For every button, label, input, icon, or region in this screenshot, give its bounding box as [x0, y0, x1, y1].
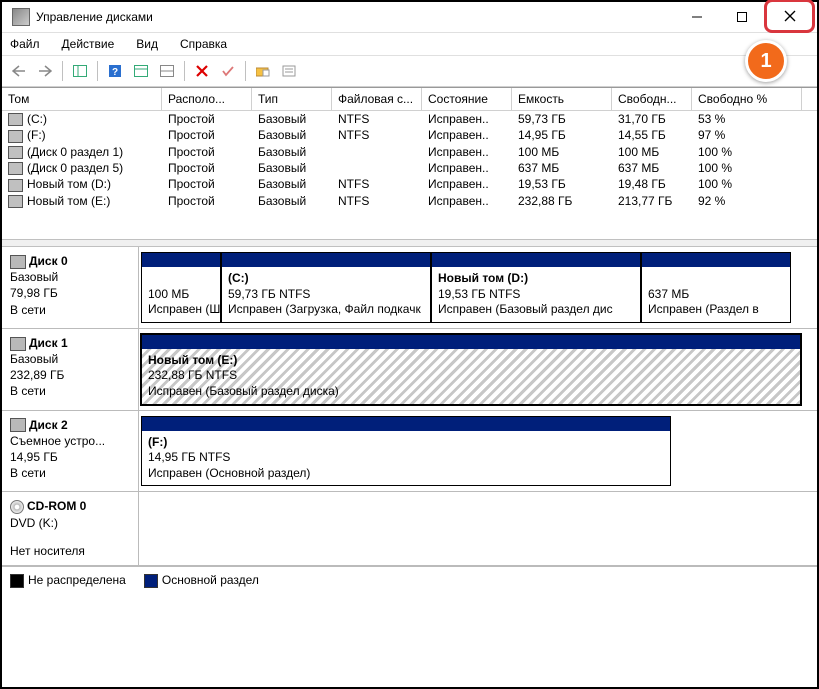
minimize-button[interactable]: [674, 3, 719, 31]
annotation-1: 1: [745, 40, 787, 82]
app-icon: [12, 8, 30, 26]
partition[interactable]: 100 МБИсправен (Ш: [141, 252, 221, 323]
menu-view[interactable]: Вид: [132, 35, 162, 53]
table-row[interactable]: (Диск 0 раздел 1)ПростойБазовыйИсправен.…: [2, 144, 817, 160]
disk-parts: 100 МБИсправен (Ш(C:)59,73 ГБ NTFSИсправ…: [139, 247, 817, 328]
view1-icon[interactable]: [130, 60, 152, 82]
maximize-button[interactable]: [719, 3, 764, 31]
disk-parts: (F:)14,95 ГБ NTFSИсправен (Основной разд…: [139, 411, 817, 492]
forward-icon[interactable]: [34, 60, 56, 82]
partition[interactable]: Новый том (E:)232,88 ГБ NTFSИсправен (Ба…: [141, 334, 801, 405]
disk-info: CD-ROM 0DVD (K:)Нет носителя: [2, 492, 139, 565]
volume-list: Том Располо... Тип Файловая с... Состоян…: [2, 87, 817, 209]
volume-list-header[interactable]: Том Располо... Тип Файловая с... Состоян…: [2, 88, 817, 111]
props-icon[interactable]: [278, 60, 300, 82]
disk-panel: Диск 0Базовый79,98 ГБВ сети 100 МБИсправ…: [2, 247, 817, 566]
partition[interactable]: (C:)59,73 ГБ NTFSИсправен (Загрузка, Фай…: [221, 252, 431, 323]
back-icon[interactable]: [8, 60, 30, 82]
table-row[interactable]: (Диск 0 раздел 5)ПростойБазовыйИсправен.…: [2, 160, 817, 176]
col-fs[interactable]: Файловая с...: [332, 88, 422, 110]
legend: Не распределена Основной раздел: [2, 566, 817, 594]
disk-row[interactable]: Диск 2Съемное устро...14,95 ГБВ сети(F:)…: [2, 411, 817, 493]
menu-action[interactable]: Действие: [58, 35, 119, 53]
help-icon[interactable]: ?: [104, 60, 126, 82]
disk-row[interactable]: Диск 1Базовый232,89 ГБВ сетиНовый том (E…: [2, 329, 817, 411]
menu-file[interactable]: Файл: [6, 35, 44, 53]
table-row[interactable]: Новый том (D:)ПростойБазовыйNTFSИсправен…: [2, 176, 817, 192]
disk-info: Диск 2Съемное устро...14,95 ГБВ сети: [2, 411, 139, 492]
disk-row[interactable]: Диск 0Базовый79,98 ГБВ сети 100 МБИсправ…: [2, 247, 817, 329]
panel-icon[interactable]: [69, 60, 91, 82]
titlebar: Управление дисками: [2, 2, 817, 33]
col-layout[interactable]: Располо...: [162, 88, 252, 110]
col-type[interactable]: Тип: [252, 88, 332, 110]
disk-parts: Новый том (E:)232,88 ГБ NTFSИсправен (Ба…: [139, 329, 817, 410]
svg-text:?: ?: [112, 67, 118, 78]
splitter[interactable]: [2, 239, 817, 247]
check-icon[interactable]: [217, 60, 239, 82]
col-freepct[interactable]: Свободно %: [692, 88, 802, 110]
col-volume[interactable]: Том: [2, 88, 162, 110]
disk-info: Диск 1Базовый232,89 ГБВ сети: [2, 329, 139, 410]
partition[interactable]: (F:)14,95 ГБ NTFSИсправен (Основной разд…: [141, 416, 671, 487]
partition[interactable]: Новый том (D:)19,53 ГБ NTFSИсправен (Баз…: [431, 252, 641, 323]
partition[interactable]: 637 МБИсправен (Раздел в: [641, 252, 791, 323]
window-title: Управление дисками: [36, 10, 674, 24]
delete-icon[interactable]: [191, 60, 213, 82]
legend-unalloc: Не распределена: [10, 573, 126, 588]
explore-icon[interactable]: [252, 60, 274, 82]
table-row[interactable]: (F:)ПростойБазовыйNTFSИсправен..14,95 ГБ…: [2, 127, 817, 143]
toolbar: ?: [2, 56, 817, 87]
table-row[interactable]: (C:)ПростойБазовыйNTFSИсправен..59,73 ГБ…: [2, 111, 817, 127]
close-button[interactable]: [767, 2, 812, 30]
col-free[interactable]: Свободн...: [612, 88, 692, 110]
legend-primary: Основной раздел: [144, 573, 259, 588]
menu-help[interactable]: Справка: [176, 35, 231, 53]
view2-icon[interactable]: [156, 60, 178, 82]
table-row[interactable]: Новый том (E:)ПростойБазовыйNTFSИсправен…: [2, 193, 817, 209]
col-capacity[interactable]: Емкость: [512, 88, 612, 110]
disk-info: Диск 0Базовый79,98 ГБВ сети: [2, 247, 139, 328]
disk-row[interactable]: CD-ROM 0DVD (K:)Нет носителя: [2, 492, 817, 566]
menubar: Файл Действие Вид Справка: [2, 33, 817, 56]
col-status[interactable]: Состояние: [422, 88, 512, 110]
disk-parts: [139, 492, 817, 565]
